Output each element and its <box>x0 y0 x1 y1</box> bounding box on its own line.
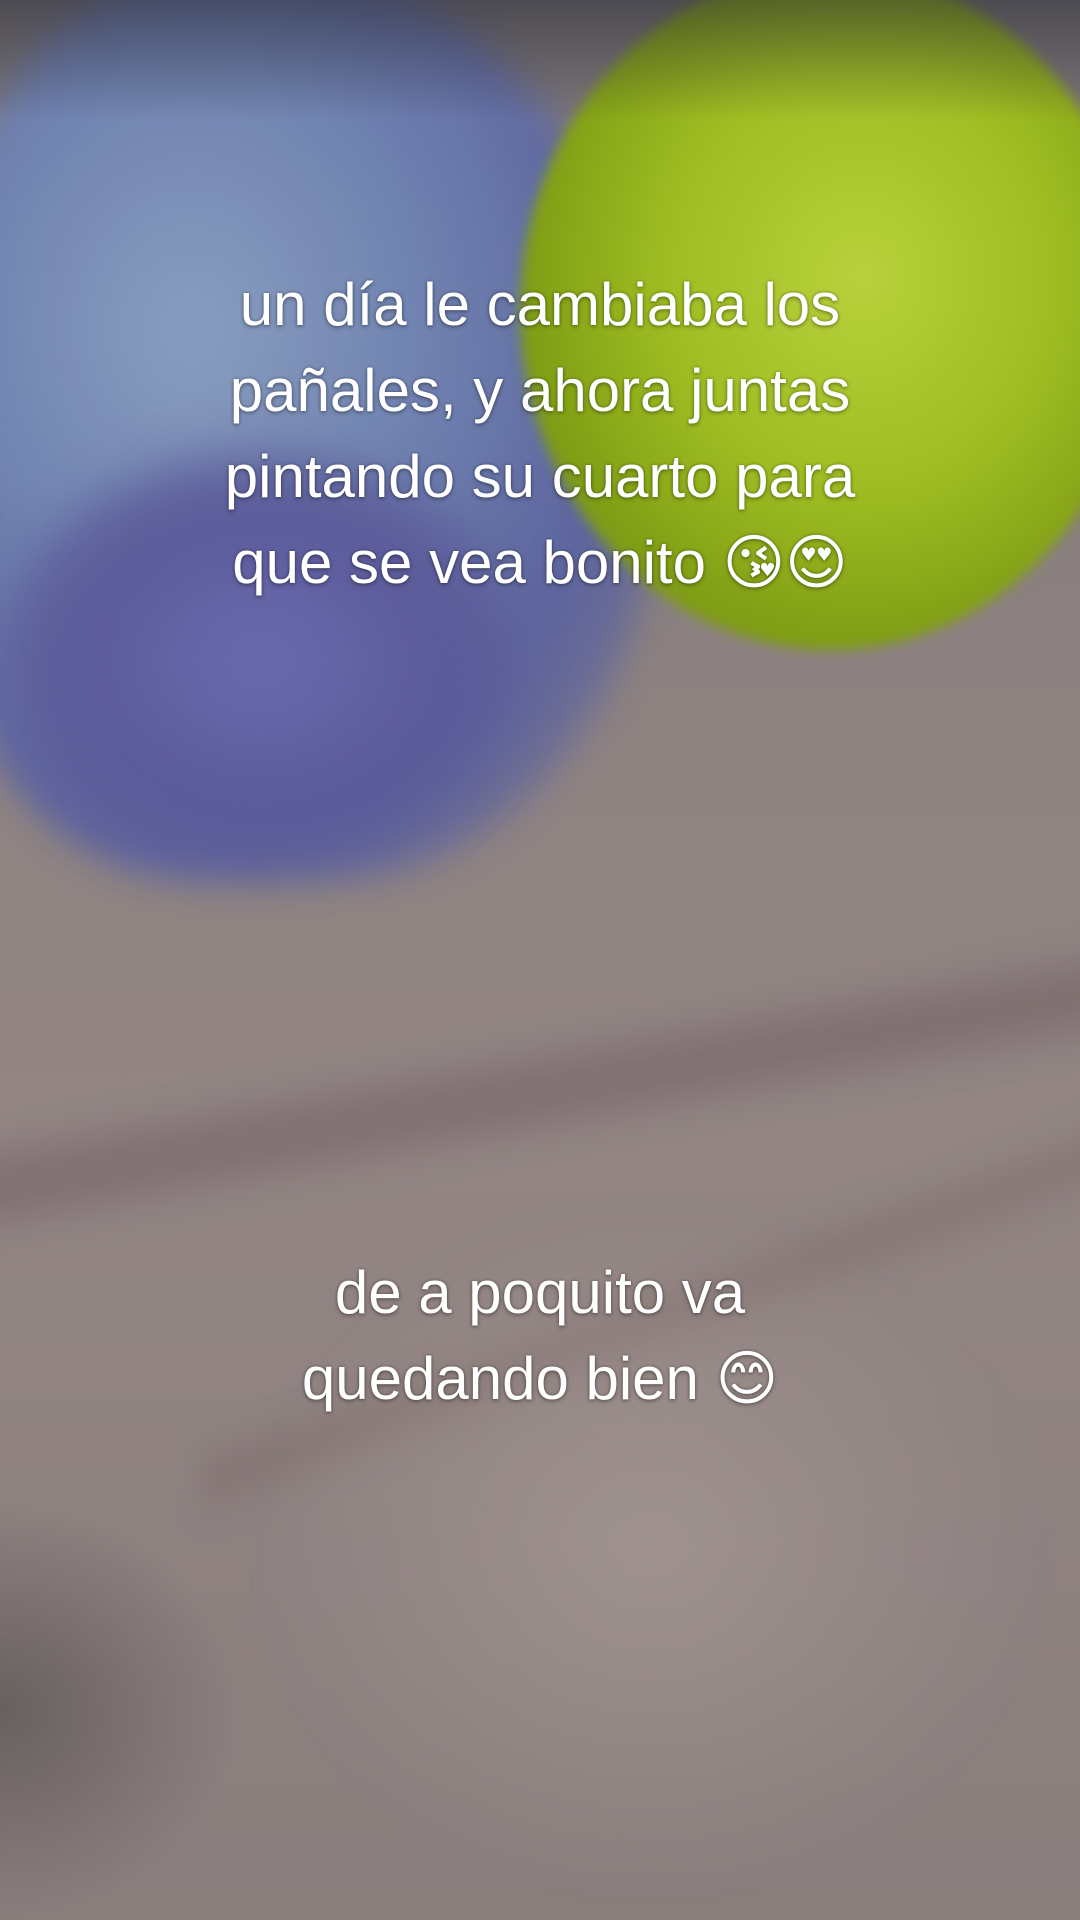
caption-text-bottom: de a poquito va quedando bien 😊 <box>0 1250 1080 1422</box>
caption-line: que se vea bonito 😘😍 <box>232 529 848 596</box>
caption-text-top: un día le cambiaba los pañales, y ahora … <box>0 262 1080 606</box>
caption-line: un día le cambiaba los <box>239 271 841 338</box>
corner-shadow <box>0 1500 240 1920</box>
caption-line: pintando su cuarto para <box>224 443 856 510</box>
caption-line: pañales, y ahora juntas <box>229 357 851 424</box>
video-frame[interactable]: un día le cambiaba los pañales, y ahora … <box>0 0 1080 1920</box>
top-shadow <box>0 0 1080 120</box>
caption-line: de a poquito va <box>334 1259 746 1326</box>
caption-line: quedando bien 😊 <box>301 1345 779 1412</box>
